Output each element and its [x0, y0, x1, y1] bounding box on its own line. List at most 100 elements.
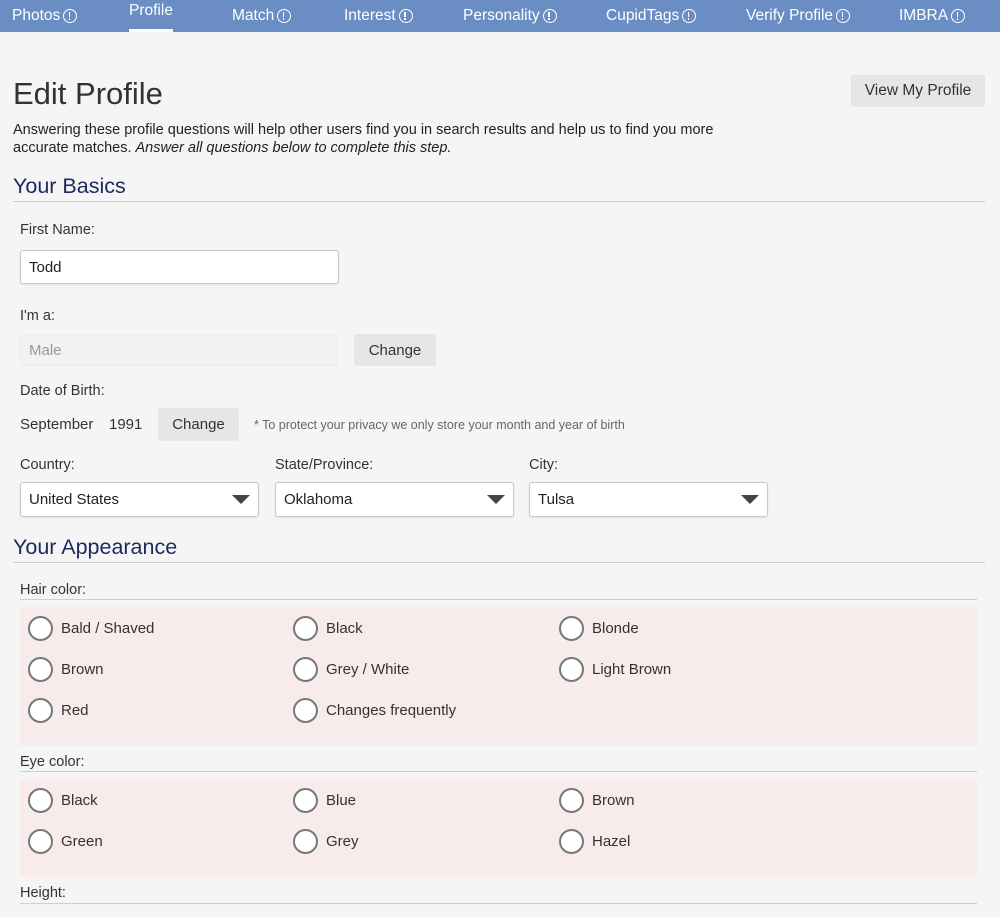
radio-empty-icon[interactable] [293, 698, 318, 723]
hair-color-label: Hair color: [20, 582, 87, 598]
eye-color-label: Eye color: [20, 754, 85, 770]
dob-month: September [20, 416, 94, 433]
hair-option-changes-frequently[interactable]: Changes frequently [293, 698, 456, 723]
change-gender-button[interactable]: Change [354, 334, 436, 366]
radio-empty-icon[interactable] [559, 788, 584, 813]
radio-label: Blonde [592, 620, 639, 637]
subsection-divider [20, 771, 977, 772]
hair-option-grey-white[interactable]: Grey / White [293, 657, 409, 682]
radio-label: Green [61, 833, 103, 850]
eye-option-blue[interactable]: Blue [293, 788, 356, 813]
eye-option-brown[interactable]: Brown [559, 788, 635, 813]
radio-label: Red [61, 702, 89, 719]
subsection-divider [20, 903, 977, 904]
city-select[interactable]: Tulsa [529, 482, 768, 517]
info-circle-icon [951, 9, 966, 23]
radio-empty-icon[interactable] [559, 829, 584, 854]
gender-label: I'm a: [20, 308, 55, 324]
dob-label: Date of Birth: [20, 383, 105, 399]
tab-label: Photos [12, 7, 61, 25]
tab-interest[interactable]: Interest [344, 0, 413, 32]
first-name-input[interactable] [20, 250, 339, 284]
eye-color-options: Black Blue Brown Green Grey Hazel [20, 779, 977, 877]
radio-label: Brown [592, 792, 635, 809]
intro-emphasis: Answer all questions below to complete t… [135, 140, 452, 156]
radio-label: Changes frequently [326, 702, 457, 719]
radio-label: Light Brown [592, 661, 672, 678]
radio-empty-icon[interactable] [293, 788, 318, 813]
caret-down-icon [741, 495, 759, 504]
top-nav: Photos Profile Match Interest Personalit… [0, 0, 1000, 32]
radio-empty-icon[interactable] [28, 698, 53, 723]
tab-match[interactable]: Match [232, 0, 292, 32]
state-select-value: Oklahoma [284, 491, 353, 508]
radio-empty-icon[interactable] [28, 657, 53, 682]
hair-option-brown[interactable]: Brown [28, 657, 104, 682]
info-circle-icon [277, 9, 292, 23]
radio-label: Grey / White [326, 661, 410, 678]
page-title: Edit Profile [13, 76, 163, 111]
radio-empty-icon[interactable] [559, 657, 584, 682]
eye-option-grey[interactable]: Grey [293, 829, 359, 854]
dob-year: 1991 [109, 416, 143, 433]
tab-profile[interactable]: Profile [129, 0, 173, 32]
info-circle-icon [398, 9, 413, 23]
hair-option-bald-shaved[interactable]: Bald / Shaved [28, 616, 154, 641]
radio-label: Black [61, 792, 98, 809]
hair-option-blonde[interactable]: Blonde [559, 616, 639, 641]
tab-label: Profile [129, 2, 173, 19]
radio-empty-icon[interactable] [293, 829, 318, 854]
dob-privacy-note: * To protect your privacy we only store … [254, 418, 625, 432]
tab-label: IMBRA [899, 7, 949, 25]
tab-cupidtags[interactable]: CupidTags [606, 0, 697, 32]
hair-option-black[interactable]: Black [293, 616, 363, 641]
city-label: City: [529, 457, 558, 473]
radio-label: Brown [61, 661, 104, 678]
radio-label: Grey [326, 833, 359, 850]
radio-empty-icon[interactable] [28, 829, 53, 854]
radio-empty-icon[interactable] [28, 788, 53, 813]
state-select[interactable]: Oklahoma [275, 482, 514, 517]
tab-verify-profile[interactable]: Verify Profile [746, 0, 851, 32]
eye-option-hazel[interactable]: Hazel [559, 829, 630, 854]
tab-label: CupidTags [606, 7, 680, 25]
country-select-value: United States [29, 491, 120, 508]
tab-imbra[interactable]: IMBRA [899, 0, 966, 32]
caret-down-icon [487, 495, 505, 504]
gender-input [20, 334, 338, 366]
tab-label: Interest [344, 7, 396, 25]
subsection-divider [20, 599, 977, 600]
radio-label: Hazel [592, 833, 631, 850]
section-divider [13, 562, 985, 563]
view-my-profile-button[interactable]: View My Profile [851, 75, 985, 107]
radio-label: Blue [326, 792, 357, 809]
info-circle-icon [682, 9, 697, 23]
eye-option-black[interactable]: Black [28, 788, 98, 813]
radio-empty-icon[interactable] [293, 616, 318, 641]
radio-empty-icon[interactable] [28, 616, 53, 641]
country-label: Country: [20, 457, 75, 473]
info-circle-icon [836, 9, 851, 23]
intro-text: Answering these profile questions will h… [13, 121, 733, 157]
hair-color-options: Bald / Shaved Black Blonde Brown Grey / … [20, 607, 977, 746]
tab-personality[interactable]: Personality [463, 0, 557, 32]
hair-option-red[interactable]: Red [28, 698, 89, 723]
city-select-value: Tulsa [538, 491, 575, 508]
tab-label: Personality [463, 7, 540, 25]
section-title-basics: Your Basics [13, 174, 126, 198]
section-title-appearance: Your Appearance [13, 535, 178, 559]
eye-option-green[interactable]: Green [28, 829, 103, 854]
radio-empty-icon[interactable] [293, 657, 318, 682]
hair-option-light-brown[interactable]: Light Brown [559, 657, 671, 682]
info-circle-icon [63, 9, 78, 23]
change-dob-button[interactable]: Change [158, 408, 239, 441]
radio-label: Bald / Shaved [61, 620, 155, 637]
radio-empty-icon[interactable] [559, 616, 584, 641]
first-name-label: First Name: [20, 222, 95, 238]
info-circle-icon [542, 9, 557, 23]
height-label: Height: [20, 885, 66, 901]
tab-label: Match [232, 7, 275, 25]
tab-photos[interactable]: Photos [12, 0, 78, 32]
country-select[interactable]: United States [20, 482, 259, 517]
tab-label: Verify Profile [746, 7, 834, 25]
